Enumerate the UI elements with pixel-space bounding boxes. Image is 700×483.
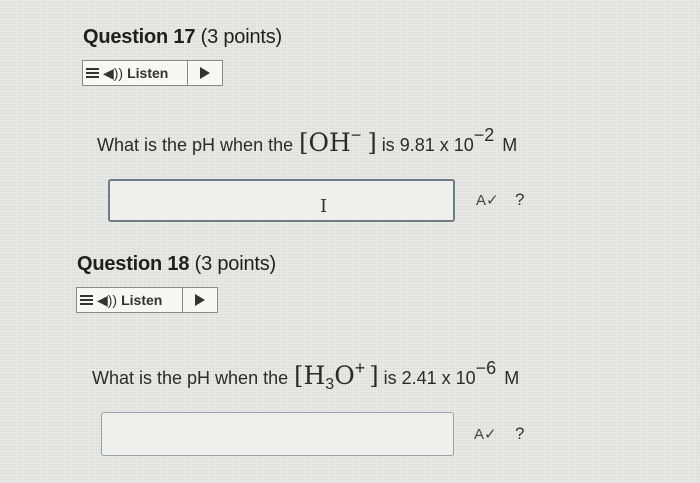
- question-title: Question 18 (3 points): [77, 253, 276, 276]
- unit: M: [502, 135, 518, 155]
- question-points: (3 points): [194, 253, 277, 275]
- unit: M: [504, 368, 520, 388]
- listen-toolbar[interactable]: ◀)) Listen: [82, 60, 223, 86]
- question-prompt: What is the pH when the [ OH − ] is 9.81…: [97, 125, 518, 157]
- prompt-text: What is the pH when the: [92, 368, 289, 388]
- listen-button[interactable]: Listen: [121, 292, 162, 308]
- charge: +: [354, 358, 366, 378]
- spellcheck-icon[interactable]: A✓: [474, 425, 497, 443]
- prompt-text: What is the pH when the: [97, 135, 294, 155]
- play-icon[interactable]: [195, 294, 205, 306]
- exponent: −2: [473, 125, 495, 145]
- answer-input[interactable]: [108, 179, 455, 222]
- exponent: −6: [475, 358, 497, 378]
- question-points: (3 points): [200, 26, 283, 48]
- chemical-subscript: 3: [325, 376, 335, 393]
- help-icon[interactable]: ?: [515, 190, 524, 210]
- question-title: Question 17 (3 points): [83, 26, 282, 49]
- question-number: Question 17: [83, 26, 196, 48]
- bracket-open: [: [299, 129, 309, 157]
- divider: [182, 288, 183, 312]
- listen-toolbar[interactable]: ◀)) Listen: [76, 287, 218, 313]
- menu-icon[interactable]: [86, 67, 99, 79]
- concentration-text: is 2.41 x 10: [383, 368, 476, 388]
- help-icon[interactable]: ?: [515, 424, 524, 444]
- menu-icon[interactable]: [80, 294, 93, 306]
- question-prompt: What is the pH when the [ H 3 O + ] is 2…: [92, 358, 520, 393]
- bracket-open: [: [294, 362, 304, 390]
- chemical-species: OH: [308, 128, 351, 157]
- play-icon[interactable]: [200, 67, 210, 79]
- question-number: Question 18: [77, 253, 190, 275]
- speaker-icon: ◀)): [103, 64, 124, 81]
- bracket-close: ]: [367, 129, 377, 157]
- chemical-species-o: O: [334, 361, 355, 390]
- charge: −: [350, 125, 362, 145]
- answer-input[interactable]: [101, 412, 454, 456]
- listen-button[interactable]: Listen: [127, 65, 168, 81]
- speaker-icon: ◀)): [97, 291, 118, 308]
- chemical-species-h: H: [303, 361, 326, 390]
- text-cursor-icon: I: [320, 196, 328, 217]
- divider: [187, 61, 188, 85]
- bracket-close: ]: [369, 362, 379, 390]
- spellcheck-icon[interactable]: A✓: [476, 191, 499, 209]
- concentration-text: is 9.81 x 10: [381, 135, 474, 155]
